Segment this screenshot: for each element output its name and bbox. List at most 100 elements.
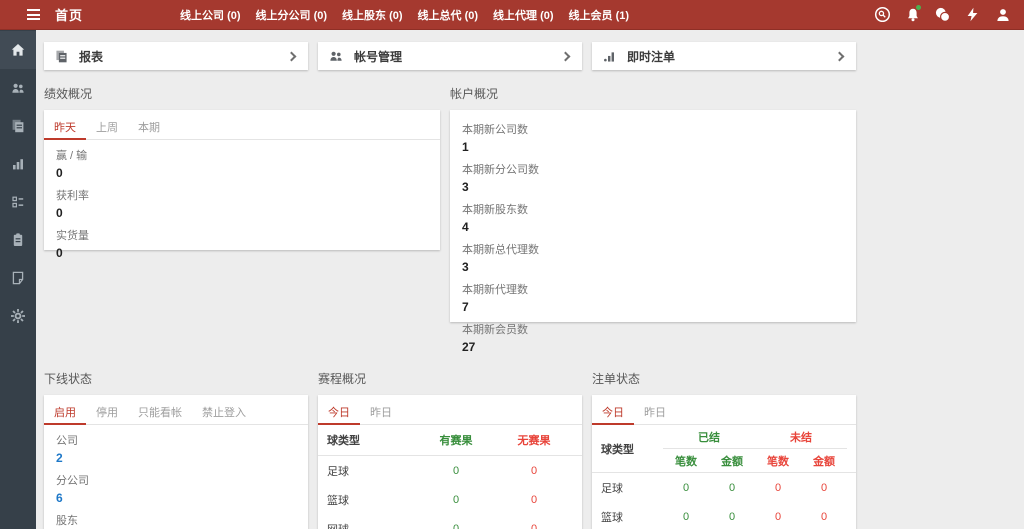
downline-shareholder: 股东 18 bbox=[44, 505, 308, 529]
account-management-icon bbox=[328, 48, 344, 64]
stat-new-shareholders: 本期新股东数 4 bbox=[450, 194, 856, 234]
chevron-right-icon bbox=[287, 51, 297, 61]
header-icon-group bbox=[874, 6, 1011, 23]
tab-yesterday[interactable]: 昨天 bbox=[44, 110, 86, 140]
page-title: 首页 bbox=[55, 5, 83, 24]
section-title-downline: 下线状态 bbox=[44, 370, 308, 387]
downline-branch: 分公司 6 bbox=[44, 465, 308, 505]
performance-section: 绩效概况 昨天 上周 本期 赢 / 输 0 获利率 0 bbox=[44, 85, 440, 322]
tab-today[interactable]: 今日 bbox=[318, 395, 360, 425]
sidebar-item-agents[interactable] bbox=[0, 69, 36, 107]
tab-current-period[interactable]: 本期 bbox=[128, 110, 170, 140]
shortcut-live-bets[interactable]: 即时注单 bbox=[592, 42, 856, 70]
performance-tabs: 昨天 上周 本期 bbox=[44, 110, 440, 140]
live-bets-icon bbox=[602, 49, 617, 64]
stat-new-agents: 本期新代理数 7 bbox=[450, 274, 856, 314]
documents-icon bbox=[10, 118, 26, 134]
shortcut-label: 帐号管理 bbox=[354, 48, 402, 65]
stat-actual-volume: 实货量 0 bbox=[44, 220, 440, 260]
chevron-right-icon bbox=[835, 51, 845, 61]
stat-new-branches: 本期新分公司数 3 bbox=[450, 154, 856, 194]
shortcut-label: 即时注单 bbox=[627, 48, 675, 65]
tab-login-forbidden[interactable]: 禁止登入 bbox=[192, 395, 256, 425]
flash-icon[interactable] bbox=[964, 6, 981, 23]
hamburger-menu-icon[interactable] bbox=[27, 9, 40, 20]
schedule-row-soccer: 足球 0 0 bbox=[318, 456, 582, 485]
downline-section: 下线状态 启用 停用 只能看帐 禁止登入 公司 2 分公司 6 bbox=[44, 370, 308, 529]
tab-view-only[interactable]: 只能看帐 bbox=[128, 395, 192, 425]
app-header: 首页 线上公司 (0) 线上分公司 (0) 线上股东 (0) 线上总代 (0) … bbox=[0, 0, 1024, 30]
sidebar-item-clipboard[interactable] bbox=[0, 221, 36, 259]
sidebar-item-settings[interactable] bbox=[0, 297, 36, 335]
header-nav: 线上公司 (0) 线上分公司 (0) 线上股东 (0) 线上总代 (0) 线上代… bbox=[180, 7, 629, 23]
sub-settled-amount: 金额 bbox=[709, 453, 755, 469]
sidebar-item-reports[interactable] bbox=[0, 107, 36, 145]
main-content: 报表 帐号管理 即时注单 绩效概况 昨天 上周 bbox=[36, 30, 1024, 529]
shortcut-label: 报表 bbox=[79, 48, 103, 65]
tab-last-week[interactable]: 上周 bbox=[86, 110, 128, 140]
section-title-bets: 注单状态 bbox=[592, 370, 856, 387]
schedule-row-tennis: 网球 0 0 bbox=[318, 514, 582, 529]
bets-row-basketball: 篮球 0 0 0 0 bbox=[592, 502, 856, 529]
tab-yesterday[interactable]: 昨日 bbox=[360, 395, 402, 425]
stat-profit-rate: 获利率 0 bbox=[44, 180, 440, 220]
ballot-list-icon bbox=[10, 194, 26, 210]
bar-chart-icon bbox=[10, 156, 26, 172]
accounts-section: 帐户概况 本期新公司数 1 本期新分公司数 3 本期新股东数 4 bbox=[450, 85, 856, 322]
sub-settled-count: 笔数 bbox=[663, 453, 709, 469]
messages-icon[interactable] bbox=[934, 6, 951, 23]
stat-new-companies: 本期新公司数 1 bbox=[450, 114, 856, 154]
sidebar-item-statistics[interactable] bbox=[0, 145, 36, 183]
downline-company-count-link[interactable]: 2 bbox=[56, 451, 296, 465]
stat-win-loss: 赢 / 输 0 bbox=[44, 140, 440, 180]
col-without-result: 无赛果 bbox=[495, 432, 573, 448]
nav-online-company[interactable]: 线上公司 (0) bbox=[180, 7, 241, 23]
bets-table-header: 球类型 已结 未结 笔数 金额 笔数 金额 bbox=[592, 425, 856, 473]
shortcut-reports[interactable]: 报表 bbox=[44, 42, 308, 70]
sidebar-item-home[interactable] bbox=[0, 31, 36, 69]
section-title-accounts: 帐户概况 bbox=[450, 85, 856, 102]
sidebar bbox=[0, 30, 36, 529]
home-icon bbox=[10, 42, 26, 58]
gear-icon bbox=[10, 308, 26, 324]
sidebar-item-ballot[interactable] bbox=[0, 183, 36, 221]
shortcut-row: 报表 帐号管理 即时注单 bbox=[44, 42, 856, 70]
downline-branch-count-link[interactable]: 6 bbox=[56, 491, 296, 505]
section-title-schedule: 赛程概况 bbox=[318, 370, 582, 387]
notification-badge-dot bbox=[916, 5, 921, 10]
schedule-table-header: 球类型 有赛果 无赛果 bbox=[318, 425, 582, 456]
notifications-bell-icon[interactable] bbox=[904, 6, 921, 23]
nav-online-member[interactable]: 线上会员 (1) bbox=[569, 7, 630, 23]
col-with-result: 有赛果 bbox=[417, 432, 495, 448]
downline-tabs: 启用 停用 只能看帐 禁止登入 bbox=[44, 395, 308, 425]
tab-enabled[interactable]: 启用 bbox=[44, 395, 86, 425]
tab-yesterday[interactable]: 昨日 bbox=[634, 395, 676, 425]
note-edit-icon bbox=[10, 270, 26, 286]
schedule-row-basketball: 篮球 0 0 bbox=[318, 485, 582, 514]
search-circle-icon[interactable] bbox=[874, 6, 891, 23]
sidebar-item-notes[interactable] bbox=[0, 259, 36, 297]
bets-tabs: 今日 昨日 bbox=[592, 395, 856, 425]
nav-online-shareholder[interactable]: 线上股东 (0) bbox=[342, 7, 403, 23]
bets-row-soccer: 足球 0 0 0 0 bbox=[592, 473, 856, 502]
section-title-performance: 绩效概况 bbox=[44, 85, 440, 102]
group-unsettled: 未结 bbox=[755, 429, 847, 445]
downline-company: 公司 2 bbox=[44, 425, 308, 465]
bets-section: 注单状态 今日 昨日 球类型 已结 未结 bbox=[592, 370, 856, 529]
schedule-section: 赛程概况 今日 昨日 球类型 有赛果 无赛果 足球 bbox=[318, 370, 582, 529]
stat-new-members: 本期新会员数 27 bbox=[450, 314, 856, 354]
nav-online-agent[interactable]: 线上代理 (0) bbox=[493, 7, 554, 23]
tab-today[interactable]: 今日 bbox=[592, 395, 634, 425]
report-icon bbox=[54, 49, 69, 64]
nav-online-branch[interactable]: 线上分公司 (0) bbox=[256, 7, 328, 23]
shortcut-account-management[interactable]: 帐号管理 bbox=[318, 42, 582, 70]
account-icon[interactable] bbox=[994, 6, 1011, 23]
chevron-right-icon bbox=[561, 51, 571, 61]
schedule-tabs: 今日 昨日 bbox=[318, 395, 582, 425]
tab-disabled[interactable]: 停用 bbox=[86, 395, 128, 425]
stat-new-master-agents: 本期新总代理数 3 bbox=[450, 234, 856, 274]
clipboard-icon bbox=[10, 232, 26, 248]
sub-unsettled-amount: 金额 bbox=[801, 453, 847, 469]
nav-online-master-agent[interactable]: 线上总代 (0) bbox=[418, 7, 479, 23]
sub-unsettled-count: 笔数 bbox=[755, 453, 801, 469]
